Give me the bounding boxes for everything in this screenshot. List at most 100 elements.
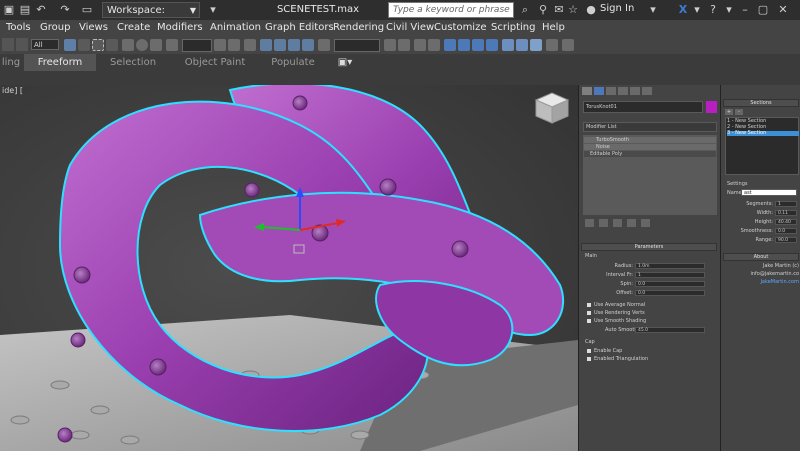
offset-spinner[interactable]: 0.0 xyxy=(635,290,705,296)
search-icon[interactable]: ⌕ xyxy=(518,3,532,17)
edit-named-selection-icon[interactable] xyxy=(318,39,330,51)
spinner-snap-icon[interactable] xyxy=(302,39,314,51)
checkbox[interactable] xyxy=(587,311,591,315)
tab-object-paint[interactable]: Object Paint xyxy=(180,54,250,71)
segments-spinner[interactable]: 1 xyxy=(775,201,797,207)
chevron-down-icon[interactable]: ▾ xyxy=(722,3,736,17)
show-end-result-icon[interactable] xyxy=(599,219,608,227)
open-icon[interactable]: ▭ xyxy=(80,3,94,17)
render-setup-icon[interactable] xyxy=(502,39,514,51)
place-icon[interactable] xyxy=(166,39,178,51)
user-icon[interactable]: ● xyxy=(584,3,598,17)
chevron-down-icon[interactable]: ▾ xyxy=(646,3,660,17)
display-tab-icon[interactable] xyxy=(630,87,640,95)
height-spinner[interactable]: 40.40 xyxy=(775,219,797,225)
close-icon[interactable]: ✕ xyxy=(776,3,790,17)
link-icon[interactable] xyxy=(2,38,14,51)
named-selection-sets-dropdown[interactable] xyxy=(334,39,380,52)
workspace-dropdown[interactable]: Workspace: Default ▼ xyxy=(102,2,200,32)
percent-snap-icon[interactable] xyxy=(288,39,300,51)
radius-spinner[interactable]: 1.0m xyxy=(635,263,705,269)
viewport-label[interactable]: ide] [ xyxy=(2,86,23,95)
checkbox[interactable] xyxy=(587,303,591,307)
select-manipulate-icon[interactable] xyxy=(228,39,240,51)
checkbox[interactable] xyxy=(587,349,591,353)
redo-icon[interactable]: ↷ xyxy=(58,3,72,17)
reference-coordinate-dropdown[interactable] xyxy=(182,39,212,52)
menu-tools[interactable]: Tools xyxy=(6,22,31,33)
move-icon[interactable] xyxy=(122,39,134,51)
section-item-selected[interactable]: 3 - New Section xyxy=(727,131,799,136)
keyboard-shortcut-override-icon[interactable] xyxy=(244,39,256,51)
interval-spinner[interactable]: 1 xyxy=(635,272,705,278)
pin-stack-icon[interactable] xyxy=(585,219,594,227)
communication-icon[interactable]: ✉ xyxy=(552,3,566,17)
search-input[interactable]: Type a keyword or phrase xyxy=(388,2,514,18)
section-name-input[interactable]: ast xyxy=(741,189,797,196)
rectangular-selection-icon[interactable] xyxy=(92,39,104,51)
mirror-icon[interactable] xyxy=(384,39,396,51)
render-production-icon[interactable] xyxy=(530,39,542,51)
curve-editor-icon[interactable] xyxy=(458,39,470,51)
chevron-down-icon[interactable]: ▾ xyxy=(690,3,704,17)
rotate-icon[interactable] xyxy=(136,39,148,51)
binoculars-icon[interactable]: ⚲ xyxy=(536,3,550,17)
auto-smooth-spinner[interactable]: 45.0 xyxy=(635,327,705,333)
parameters-rollout-header[interactable]: Parameters xyxy=(581,243,717,251)
checkbox[interactable] xyxy=(587,357,591,361)
render-in-cloud-icon[interactable] xyxy=(546,39,558,51)
stack-item-editable-poly[interactable]: Editable Poly xyxy=(584,151,716,157)
sign-in-link[interactable]: Sign In xyxy=(600,3,634,14)
viewport-scene[interactable] xyxy=(0,85,578,451)
unlink-icon[interactable] xyxy=(16,38,28,51)
menu-create[interactable]: Create xyxy=(117,22,150,33)
exchange-icon[interactable]: X xyxy=(676,3,690,17)
sections-rollout-header[interactable]: Sections xyxy=(723,99,799,107)
stack-item-noise[interactable]: Noise xyxy=(584,144,716,150)
smoothness-spinner[interactable]: 0.0 xyxy=(775,228,797,234)
angle-snap-icon[interactable] xyxy=(274,39,286,51)
menu-graph-editors[interactable]: Graph Editors xyxy=(265,22,334,33)
make-unique-icon[interactable] xyxy=(613,219,622,227)
object-color-swatch[interactable] xyxy=(706,101,717,113)
utilities-tab-icon[interactable] xyxy=(642,87,652,95)
tab-populate[interactable]: Populate xyxy=(262,54,324,71)
toggle-ribbon-icon[interactable] xyxy=(444,39,456,51)
align-icon[interactable] xyxy=(398,39,410,51)
about-rollout-header[interactable]: About xyxy=(723,253,799,261)
window-crossing-icon[interactable] xyxy=(106,39,118,51)
menu-help[interactable]: Help xyxy=(542,22,565,33)
viewcube[interactable] xyxy=(534,92,570,124)
remove-section-button[interactable]: - xyxy=(735,109,743,115)
motion-tab-icon[interactable] xyxy=(618,87,628,95)
material-editor-icon[interactable] xyxy=(486,39,498,51)
menu-rendering[interactable]: Rendering xyxy=(333,22,384,33)
help-icon[interactable]: ? xyxy=(706,3,720,17)
scene-explorer-icon[interactable] xyxy=(414,39,426,51)
app-icon[interactable]: ▣ xyxy=(2,3,16,17)
object-name-field[interactable]: TorusKnot01 xyxy=(583,101,703,113)
undo-icon[interactable]: ↶ xyxy=(34,3,48,17)
modifier-stack[interactable]: TurboSmooth Noise Editable Poly xyxy=(583,135,717,215)
a360-gallery-icon[interactable] xyxy=(562,39,574,51)
minimize-icon[interactable]: – xyxy=(738,3,752,17)
tab-freeform[interactable]: Freeform xyxy=(24,54,96,71)
menu-views[interactable]: Views xyxy=(79,22,108,33)
schematic-view-icon[interactable] xyxy=(472,39,484,51)
save-icon[interactable]: ▤ xyxy=(18,3,32,17)
menu-animation[interactable]: Animation xyxy=(210,22,261,33)
checkbox[interactable] xyxy=(587,319,591,323)
favorite-star-icon[interactable]: ☆ xyxy=(566,3,580,17)
menu-customize[interactable]: Customize xyxy=(434,22,487,33)
create-tab-icon[interactable] xyxy=(582,87,592,95)
sections-list[interactable]: 1 - New Section 2 - New Section 3 - New … xyxy=(725,117,799,175)
tab-modeling[interactable]: ling xyxy=(0,54,22,71)
menu-scripting[interactable]: Scripting xyxy=(491,22,535,33)
perspective-viewport[interactable]: ide] [ xyxy=(0,85,578,451)
hierarchy-tab-icon[interactable] xyxy=(606,87,616,95)
add-section-button[interactable]: + xyxy=(725,109,733,115)
layer-explorer-icon[interactable] xyxy=(428,39,440,51)
width-spinner[interactable]: 0.11 xyxy=(775,210,797,216)
range-spinner[interactable]: 90.0 xyxy=(775,237,797,243)
modify-tab-icon[interactable] xyxy=(594,87,604,95)
